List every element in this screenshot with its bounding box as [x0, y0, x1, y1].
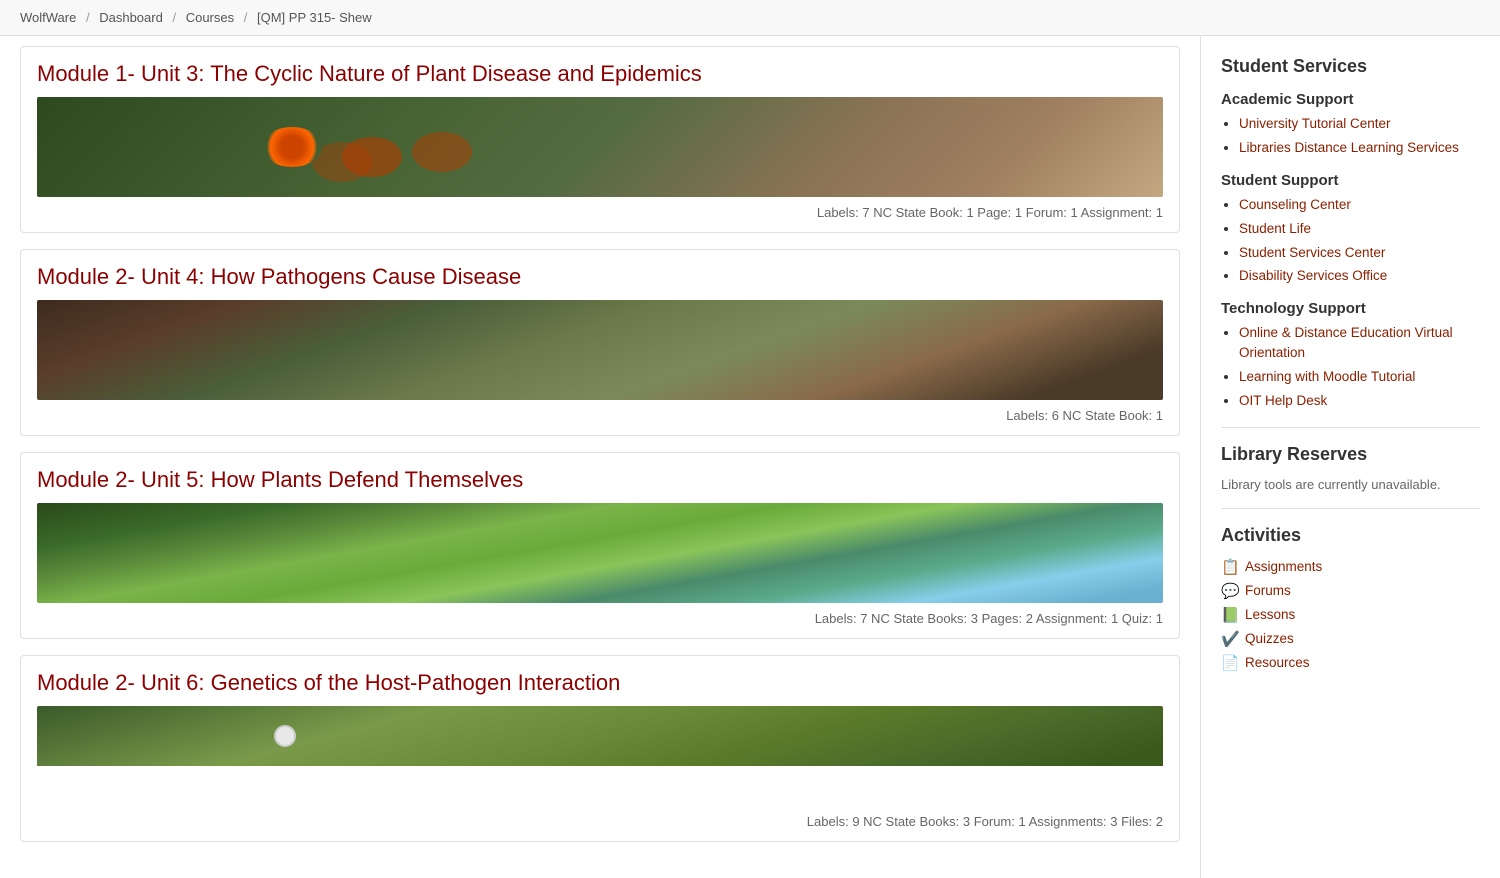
- link-student-services-center[interactable]: Student Services Center: [1239, 245, 1385, 260]
- sidebar-academic-support-list: University Tutorial Center Libraries Dis…: [1221, 114, 1480, 158]
- link-lessons[interactable]: Lessons: [1245, 607, 1295, 622]
- module-title-1[interactable]: Module 1- Unit 3: The Cyclic Nature of P…: [21, 47, 1179, 97]
- module-image-1: [37, 97, 1163, 197]
- list-item: 💬 Forums: [1221, 582, 1480, 600]
- link-counseling[interactable]: Counseling Center: [1239, 197, 1351, 212]
- link-forums[interactable]: Forums: [1245, 583, 1291, 598]
- list-item: University Tutorial Center: [1239, 114, 1480, 134]
- list-item: 📗 Lessons: [1221, 606, 1480, 624]
- main-content: Module 1- Unit 3: The Cyclic Nature of P…: [0, 36, 1200, 878]
- module-card-4: Module 2- Unit 6: Genetics of the Host-P…: [20, 655, 1180, 842]
- quizzes-icon: ✔️: [1221, 630, 1239, 648]
- module-title-4[interactable]: Module 2- Unit 6: Genetics of the Host-P…: [21, 656, 1179, 706]
- list-item: ✔️ Quizzes: [1221, 630, 1480, 648]
- module-labels-1: Labels: 7 NC State Book: 1 Page: 1 Forum…: [21, 197, 1179, 232]
- activities-list: 📋 Assignments 💬 Forums 📗 Lessons ✔️ Quiz…: [1221, 558, 1480, 672]
- module-image-3: [37, 503, 1163, 603]
- lessons-icon: 📗: [1221, 606, 1239, 624]
- sidebar-student-support-list: Counseling Center Student Life Student S…: [1221, 195, 1480, 287]
- list-item: 📋 Assignments: [1221, 558, 1480, 576]
- module-image-placeholder-2: [37, 300, 1163, 400]
- sidebar-student-support-title: Student Support: [1221, 172, 1480, 189]
- module-labels-2: Labels: 6 NC State Book: 1: [21, 400, 1179, 435]
- module-labels-4: Labels: 9 NC State Books: 3 Forum: 1 Ass…: [21, 806, 1179, 841]
- list-item: Online & Distance Education Virtual Orie…: [1239, 323, 1480, 363]
- link-resources[interactable]: Resources: [1245, 655, 1310, 670]
- module-image-2: [37, 300, 1163, 400]
- forums-icon: 💬: [1221, 582, 1239, 600]
- list-item: Learning with Moodle Tutorial: [1239, 367, 1480, 387]
- link-assignments[interactable]: Assignments: [1245, 559, 1322, 574]
- breadcrumb-courses[interactable]: Courses: [186, 10, 234, 25]
- breadcrumb-current: [QM] PP 315- Shew: [257, 10, 372, 25]
- link-moodle-tutorial[interactable]: Learning with Moodle Tutorial: [1239, 369, 1415, 384]
- breadcrumb-sep3: /: [244, 10, 248, 25]
- list-item: Disability Services Office: [1239, 266, 1480, 286]
- list-item: Libraries Distance Learning Services: [1239, 138, 1480, 158]
- module-card-2: Module 2- Unit 4: How Pathogens Cause Di…: [20, 249, 1180, 436]
- sidebar-activities-title: Activities: [1221, 525, 1480, 546]
- sidebar-academic-support-title: Academic Support: [1221, 91, 1480, 108]
- list-item: 📄 Resources: [1221, 654, 1480, 672]
- module-title-3[interactable]: Module 2- Unit 5: How Plants Defend Them…: [21, 453, 1179, 503]
- sidebar-student-services-title: Student Services: [1221, 56, 1480, 77]
- link-quizzes[interactable]: Quizzes: [1245, 631, 1294, 646]
- breadcrumb-dashboard[interactable]: Dashboard: [99, 10, 163, 25]
- module-title-2[interactable]: Module 2- Unit 4: How Pathogens Cause Di…: [21, 250, 1179, 300]
- breadcrumb-wolfware[interactable]: WolfWare: [20, 10, 76, 25]
- list-item: Student Services Center: [1239, 243, 1480, 263]
- sidebar: Student Services Academic Support Univer…: [1200, 36, 1500, 878]
- sidebar-library-reserves-title: Library Reserves: [1221, 444, 1480, 465]
- link-disability-services[interactable]: Disability Services Office: [1239, 268, 1387, 283]
- module-labels-3: Labels: 7 NC State Books: 3 Pages: 2 Ass…: [21, 603, 1179, 638]
- link-online-distance-ed[interactable]: Online & Distance Education Virtual Orie…: [1239, 325, 1453, 360]
- sidebar-divider-1: [1221, 427, 1480, 428]
- breadcrumb: WolfWare / Dashboard / Courses / [QM] PP…: [0, 0, 1500, 36]
- module-card-1: Module 1- Unit 3: The Cyclic Nature of P…: [20, 46, 1180, 233]
- sidebar-library-text: Library tools are currently unavailable.: [1221, 477, 1480, 492]
- module-image-placeholder-3: [37, 503, 1163, 603]
- module-card-3: Module 2- Unit 5: How Plants Defend Them…: [20, 452, 1180, 639]
- list-item: OIT Help Desk: [1239, 391, 1480, 411]
- breadcrumb-sep2: /: [172, 10, 176, 25]
- resources-icon: 📄: [1221, 654, 1239, 672]
- link-university-tutorial[interactable]: University Tutorial Center: [1239, 116, 1391, 131]
- link-oit-help[interactable]: OIT Help Desk: [1239, 393, 1327, 408]
- sidebar-divider-2: [1221, 508, 1480, 509]
- list-item: Student Life: [1239, 219, 1480, 239]
- assignments-icon: 📋: [1221, 558, 1239, 576]
- list-item: Counseling Center: [1239, 195, 1480, 215]
- link-libraries-distance[interactable]: Libraries Distance Learning Services: [1239, 140, 1459, 155]
- module-image-placeholder-4: [37, 706, 1163, 766]
- sidebar-tech-support-list: Online & Distance Education Virtual Orie…: [1221, 323, 1480, 411]
- breadcrumb-sep1: /: [86, 10, 90, 25]
- module-image-4: [37, 706, 1163, 806]
- module-image-placeholder-1: [37, 97, 1163, 197]
- sidebar-tech-support-title: Technology Support: [1221, 300, 1480, 317]
- link-student-life[interactable]: Student Life: [1239, 221, 1311, 236]
